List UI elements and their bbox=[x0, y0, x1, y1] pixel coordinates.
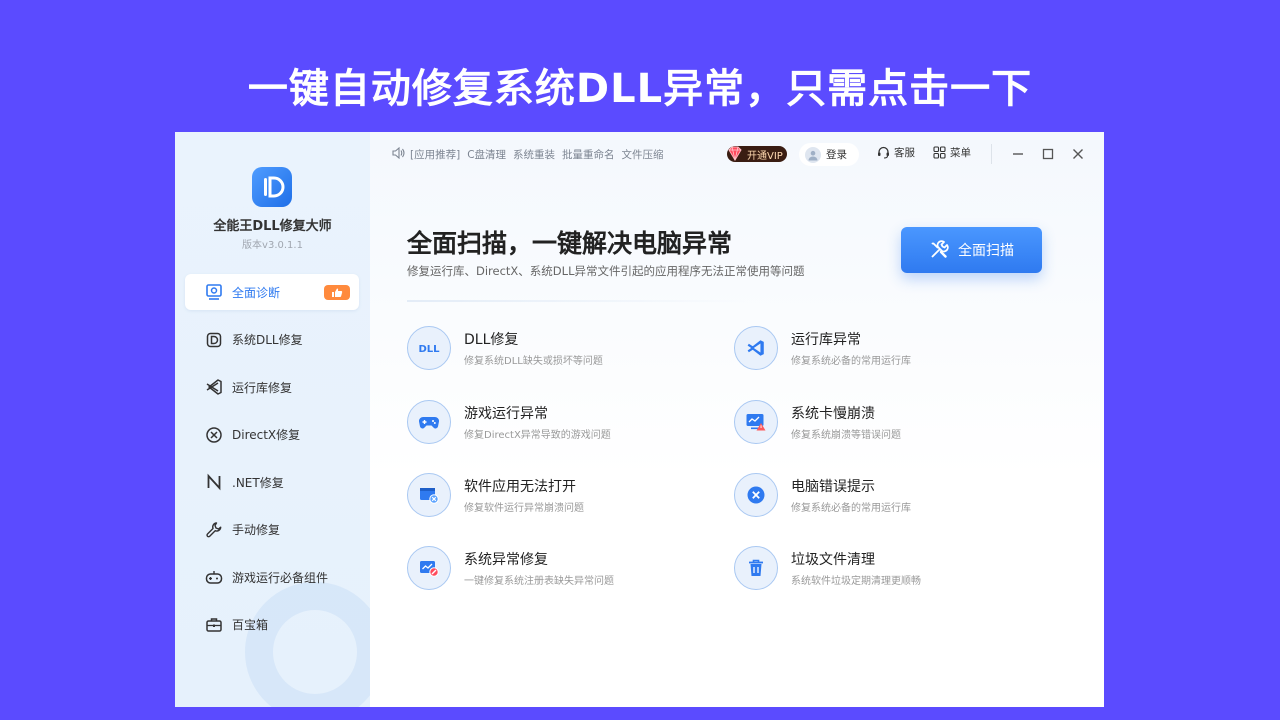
sidebar-item-label: 手动修复 bbox=[232, 523, 281, 537]
feature-title: 运行库异常 bbox=[791, 332, 861, 348]
main-panel: [应用推荐] C盘清理 系统重装 批量重命名 文件压缩 开通VIP 登录 客服 … bbox=[370, 132, 1104, 707]
hero-divider bbox=[407, 300, 747, 302]
maximize-icon[interactable] bbox=[1040, 146, 1056, 162]
directx-icon bbox=[205, 426, 223, 444]
headline: 一键自动修复系统DLL异常，只需点击一下 bbox=[247, 66, 1033, 112]
thumbs-up-icon bbox=[324, 285, 350, 300]
feature-desc: 一键修复系统注册表缺失异常问题 bbox=[464, 576, 614, 587]
sidebar-item-label: 系统DLL修复 bbox=[232, 333, 303, 347]
link-system-reinstall[interactable]: 系统重装 bbox=[513, 147, 555, 162]
feature-title: DLL修复 bbox=[464, 332, 519, 348]
sidebar-item-system-dll[interactable]: 系统DLL修复 bbox=[185, 322, 359, 358]
login-label: 登录 bbox=[826, 149, 847, 161]
error-x-icon bbox=[734, 473, 778, 517]
svg-text:DLL: DLL bbox=[418, 344, 440, 355]
feature-title: 系统异常修复 bbox=[464, 552, 548, 568]
menu-button[interactable]: 菜单 bbox=[933, 145, 971, 160]
sidebar: 全能王DLL修复大师 版本v3.0.1.1 全面诊断 系统DLL修复 运行库修复… bbox=[175, 132, 385, 707]
gamepad-icon bbox=[407, 400, 451, 444]
top-bar: [应用推荐] C盘清理 系统重装 批量重命名 文件压缩 开通VIP 登录 客服 … bbox=[370, 132, 1104, 176]
service-label: 客服 bbox=[894, 147, 915, 159]
link-app-recommend[interactable]: [应用推荐] bbox=[410, 147, 460, 162]
sidebar-nav: 全面诊断 系统DLL修复 运行库修复 DirectX修复 .NET修复 手动修复… bbox=[185, 274, 359, 654]
feature-title: 垃圾文件清理 bbox=[791, 552, 875, 568]
close-icon[interactable] bbox=[1070, 146, 1086, 162]
window-error-icon bbox=[407, 473, 451, 517]
feature-desc: 修复系统必备的常用运行库 bbox=[791, 503, 911, 514]
tools-icon bbox=[931, 240, 949, 258]
feature-desc: 修复系统DLL缺失或损坏等问题 bbox=[464, 356, 603, 367]
feature-junk-cleanup[interactable]: 垃圾文件清理系统软件垃圾定期清理更顺畅 bbox=[734, 546, 921, 590]
feature-dll-repair[interactable]: DLL DLL修复修复系统DLL缺失或损坏等问题 bbox=[407, 326, 603, 370]
trash-icon bbox=[734, 546, 778, 590]
link-c-drive-clean[interactable]: C盘清理 bbox=[467, 147, 506, 162]
scan-screen-icon bbox=[205, 283, 223, 301]
headset-icon bbox=[878, 146, 889, 159]
link-file-compress[interactable]: 文件压缩 bbox=[622, 147, 664, 162]
sidebar-item-label: DirectX修复 bbox=[232, 428, 301, 442]
feature-desc: 系统软件垃圾定期清理更顺畅 bbox=[791, 576, 921, 587]
app-window: 全能王DLL修复大师 版本v3.0.1.1 全面诊断 系统DLL修复 运行库修复… bbox=[175, 132, 1104, 707]
vip-button[interactable]: 开通VIP bbox=[727, 146, 787, 162]
sidebar-item-label: 游戏运行必备组件 bbox=[232, 570, 329, 585]
sidebar-item-full-diagnosis[interactable]: 全面诊断 bbox=[185, 274, 359, 310]
sidebar-item-dotnet[interactable]: .NET修复 bbox=[185, 464, 359, 500]
sidebar-item-label: 百宝箱 bbox=[232, 618, 269, 632]
visual-studio-icon bbox=[734, 326, 778, 370]
hero-subtitle: 修复运行库、DirectX、系统DLL异常文件引起的应用程序无法正常使用等问题 bbox=[407, 264, 805, 278]
feature-desc: 修复DirectX异常导致的游戏问题 bbox=[464, 430, 611, 441]
feature-pc-error-prompt[interactable]: 电脑错误提示修复系统必备的常用运行库 bbox=[734, 473, 911, 517]
hero-title: 全面扫描，一键解决电脑异常 bbox=[407, 229, 733, 258]
feature-app-cannot-open[interactable]: 软件应用无法打开修复软件运行异常崩溃问题 bbox=[407, 473, 584, 517]
toolbar-divider bbox=[991, 144, 992, 164]
feature-title: 电脑错误提示 bbox=[791, 479, 875, 495]
feature-title: 软件应用无法打开 bbox=[464, 479, 576, 495]
avatar-icon bbox=[805, 146, 821, 163]
menu-label: 菜单 bbox=[950, 147, 971, 159]
full-scan-button[interactable]: 全面扫描 bbox=[901, 227, 1042, 273]
feature-game-error[interactable]: 游戏运行异常修复DirectX异常导致的游戏问题 bbox=[407, 400, 611, 444]
minimize-icon[interactable] bbox=[1010, 146, 1026, 162]
monitor-warning-icon bbox=[734, 400, 778, 444]
login-button[interactable]: 登录 bbox=[799, 143, 859, 166]
toolbox-icon bbox=[205, 616, 223, 634]
top-links: [应用推荐] C盘清理 系统重装 批量重命名 文件压缩 bbox=[392, 146, 671, 162]
feature-desc: 修复系统必备的常用运行库 bbox=[791, 356, 911, 367]
feature-title: 游戏运行异常 bbox=[464, 406, 548, 422]
feature-desc: 修复软件运行异常崩溃问题 bbox=[464, 503, 584, 514]
vip-label: 开通VIP bbox=[747, 150, 783, 162]
sidebar-item-label: 运行库修复 bbox=[232, 380, 293, 395]
link-batch-rename[interactable]: 批量重命名 bbox=[562, 147, 615, 162]
feature-system-repair[interactable]: 系统异常修复一键修复系统注册表缺失异常问题 bbox=[407, 546, 614, 590]
app-version: 版本v3.0.1.1 bbox=[242, 240, 303, 251]
full-scan-label: 全面扫描 bbox=[958, 243, 1014, 259]
app-name: 全能王DLL修复大师 bbox=[213, 219, 332, 234]
speaker-icon bbox=[392, 146, 405, 162]
customer-service-button[interactable]: 客服 bbox=[877, 145, 915, 160]
sidebar-item-runtime[interactable]: 运行库修复 bbox=[185, 369, 359, 405]
grid-menu-icon bbox=[933, 146, 946, 159]
sidebar-item-label: .NET修复 bbox=[232, 475, 284, 490]
sidebar-item-label: 全面诊断 bbox=[232, 285, 281, 300]
sidebar-item-game-components[interactable]: 游戏运行必备组件 bbox=[185, 559, 359, 595]
gamepad-icon bbox=[205, 568, 223, 586]
diamond-icon bbox=[725, 144, 745, 164]
sidebar-item-directx[interactable]: DirectX修复 bbox=[185, 417, 359, 453]
feature-desc: 修复系统崩溃等错误问题 bbox=[791, 430, 901, 441]
wrench-icon bbox=[205, 521, 223, 539]
feature-system-lag[interactable]: 系统卡慢崩溃修复系统崩溃等错误问题 bbox=[734, 400, 901, 444]
system-repair-icon bbox=[407, 546, 451, 590]
visual-studio-icon bbox=[205, 378, 223, 396]
app-logo-icon bbox=[252, 167, 292, 207]
dll-d-icon bbox=[205, 331, 223, 349]
dotnet-n-icon bbox=[205, 473, 223, 491]
feature-title: 系统卡慢崩溃 bbox=[791, 406, 875, 422]
dll-icon: DLL bbox=[407, 326, 451, 370]
feature-runtime-error[interactable]: 运行库异常修复系统必备的常用运行库 bbox=[734, 326, 911, 370]
sidebar-item-manual[interactable]: 手动修复 bbox=[185, 512, 359, 548]
sidebar-item-toolbox[interactable]: 百宝箱 bbox=[185, 607, 359, 643]
